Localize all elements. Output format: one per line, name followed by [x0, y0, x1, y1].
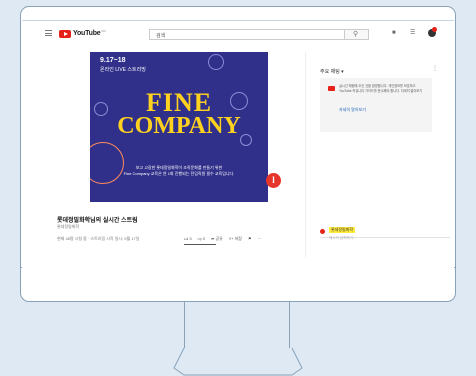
share-label: 공유 [215, 236, 223, 241]
like-ratio-fill [184, 244, 216, 245]
search-button[interactable]: ⚲ [345, 29, 369, 40]
thumbs-up-icon: 👍︎ [184, 236, 189, 241]
event-date: 9.17~18 [100, 57, 126, 64]
report-flag-icon[interactable]: ⚑ [248, 236, 252, 242]
chat-user-avatar [320, 229, 325, 234]
save-label: 저장 [234, 236, 242, 241]
youtube-play-icon [59, 29, 71, 38]
dislike-button[interactable]: 👎︎ 0 [198, 236, 205, 242]
channel-name[interactable]: 롯데정밀화학 [57, 224, 79, 230]
learn-more-link[interactable]: 자세히 알아보기 [339, 107, 366, 113]
monitor-screen: YouTube KR 검색 ⚲ ■ ☰ 9.17~18 온라인 LIVE 스트리… [22, 20, 454, 268]
brand-logo-badge: l [266, 173, 281, 188]
thumb-description-line-2: Fine Company 교육은 연 1회 진행되는 전임직원 필수 교육입니다… [123, 171, 235, 176]
youtube-top-bar: YouTube KR 검색 ⚲ ■ ☰ [22, 21, 454, 47]
chat-more-options-icon[interactable]: ⋮ [432, 65, 438, 72]
panel-divider [305, 52, 306, 257]
dislike-count: 0 [202, 236, 205, 241]
share-icon: ➦ [210, 236, 215, 241]
youtube-logo[interactable]: YouTube KR [59, 29, 106, 38]
chat-user-name: 롯데정밀화학 [329, 227, 356, 233]
youtube-logo-region: KR [101, 29, 106, 33]
like-count: 3 [189, 236, 192, 241]
playlist-add-icon: ≡+ [228, 236, 234, 241]
like-button[interactable]: 👍︎ 3 [184, 236, 192, 242]
chat-notice-text: 실시간 채팅에 오신 것을 환영합니다. 개인정보를 보호하고 YouTube … [339, 84, 423, 93]
thumb-title-company: COMPANY [117, 113, 241, 139]
hamburger-menu-icon[interactable] [45, 30, 52, 36]
youtube-logo-word: YouTube [73, 30, 101, 37]
create-video-icon[interactable]: ■ [392, 30, 396, 37]
orbit-graphic [90, 142, 124, 184]
thumbs-down-icon: 👎︎ [197, 236, 202, 241]
share-button[interactable]: ➦ 공유 [211, 236, 223, 242]
chat-mode-dropdown[interactable]: 주요 채팅 ▾ [320, 68, 344, 75]
monitor-stand-base [173, 347, 303, 376]
youtube-mini-icon [328, 86, 335, 91]
chat-message-input[interactable]: 메시지 입력하기... [329, 236, 356, 241]
video-title: 롯데정밀화학님의 실시간 스트림 [57, 218, 138, 224]
more-options-icon[interactable]: ··· [258, 236, 262, 242]
monitor-stand-neck [184, 302, 290, 348]
video-actions: 👍︎ 3 👎︎ 0 ➦ 공유 ≡+ 저장 ⚑ ··· [184, 236, 262, 242]
event-subtitle: 온라인 LIVE 스트리밍 [100, 67, 146, 73]
chat-welcome-notice: 실시간 채팅에 오신 것을 환영합니다. 개인정보를 보호하고 YouTube … [320, 78, 432, 132]
search-icon: ⚲ [353, 31, 359, 38]
video-thumbnail[interactable]: 9.17~18 온라인 LIVE 스트리밍 FINE COMPANY 보고 고갈… [90, 52, 268, 202]
save-button[interactable]: ≡+ 저장 [229, 236, 242, 242]
apps-grid-icon[interactable]: ☰ [410, 30, 415, 37]
search-graphic-icon [208, 54, 224, 70]
notification-badge [432, 27, 437, 32]
video-meta: 현재 48명 시청 중 · 스트리밍 시작 일시: 9월 17일 [57, 236, 140, 241]
search-input[interactable]: 검색 [149, 29, 345, 40]
like-ratio-bar [184, 244, 216, 245]
search-placeholder: 검색 [156, 33, 166, 39]
